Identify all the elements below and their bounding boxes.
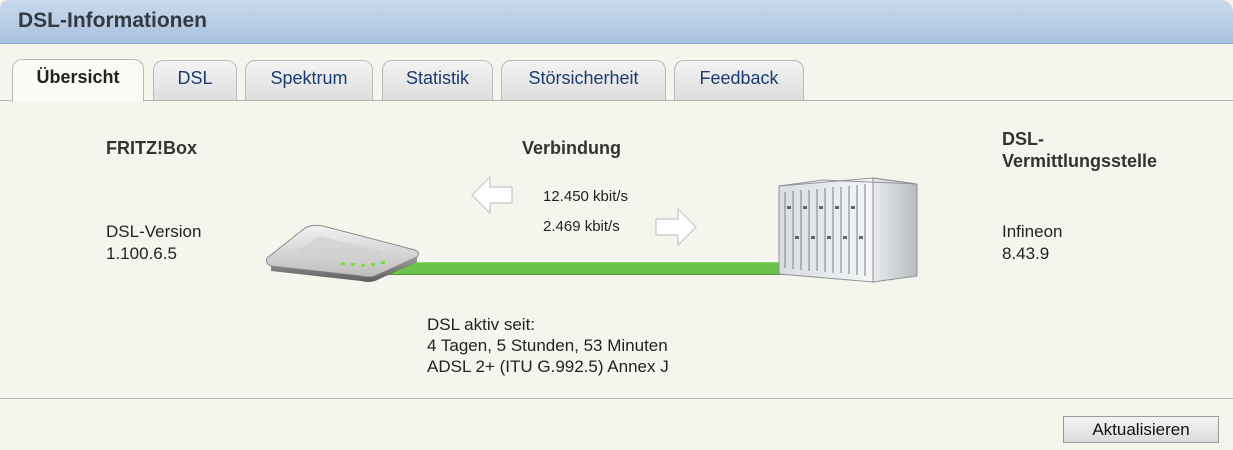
- page-title: DSL-Informationen: [18, 9, 207, 32]
- fritzbox-device-icon: [266, 224, 420, 282]
- tab-feedback[interactable]: Feedback: [674, 60, 804, 100]
- tab-statistik[interactable]: Statistik: [382, 60, 493, 100]
- downstream-arrow-icon: [470, 175, 513, 215]
- exchange-vendor: Infineon: [1002, 222, 1063, 241]
- exchange-heading: DSL- Vermittlungsstelle: [1002, 128, 1157, 172]
- fritzbox-heading: FRITZ!Box: [106, 138, 197, 158]
- dsl-mode: ADSL 2+ (ITU G.992.5) Annex J: [427, 357, 669, 376]
- tab-divider: [0, 100, 1233, 101]
- upstream-arrow-icon: [655, 207, 698, 247]
- footer-divider: [0, 398, 1233, 399]
- exchange-heading-line2: Vermittlungsstelle: [1002, 151, 1158, 171]
- dsl-info-page: DSL-Informationen Übersicht DSL Spektrum…: [0, 0, 1233, 450]
- downstream-rate: 12.450 kbit/s: [543, 188, 629, 205]
- title-bar: DSL-Informationen: [0, 0, 1233, 44]
- dsl-line: [380, 262, 800, 275]
- dsl-version-value: 1.100.6.5: [106, 244, 177, 263]
- upstream-rate: 2.469 kbit/s: [543, 218, 620, 235]
- tab-stoersicherheit[interactable]: Störsicherheit: [501, 60, 666, 100]
- tab-uebersicht[interactable]: Übersicht: [12, 59, 144, 102]
- dsl-active-label: DSL aktiv seit:: [427, 315, 536, 334]
- dsl-active-duration: 4 Tagen, 5 Stunden, 53 Minuten: [427, 336, 668, 355]
- dsl-exchange-icon: [778, 177, 918, 283]
- tab-spektrum[interactable]: Spektrum: [245, 60, 373, 100]
- exchange-heading-line1: DSL-: [1002, 129, 1044, 149]
- refresh-button[interactable]: Aktualisieren: [1063, 416, 1219, 443]
- connection-heading: Verbindung: [522, 138, 621, 158]
- tab-dsl[interactable]: DSL: [153, 60, 237, 100]
- dsl-version-label: DSL-Version: [106, 222, 202, 241]
- exchange-version: 8.43.9: [1002, 244, 1050, 263]
